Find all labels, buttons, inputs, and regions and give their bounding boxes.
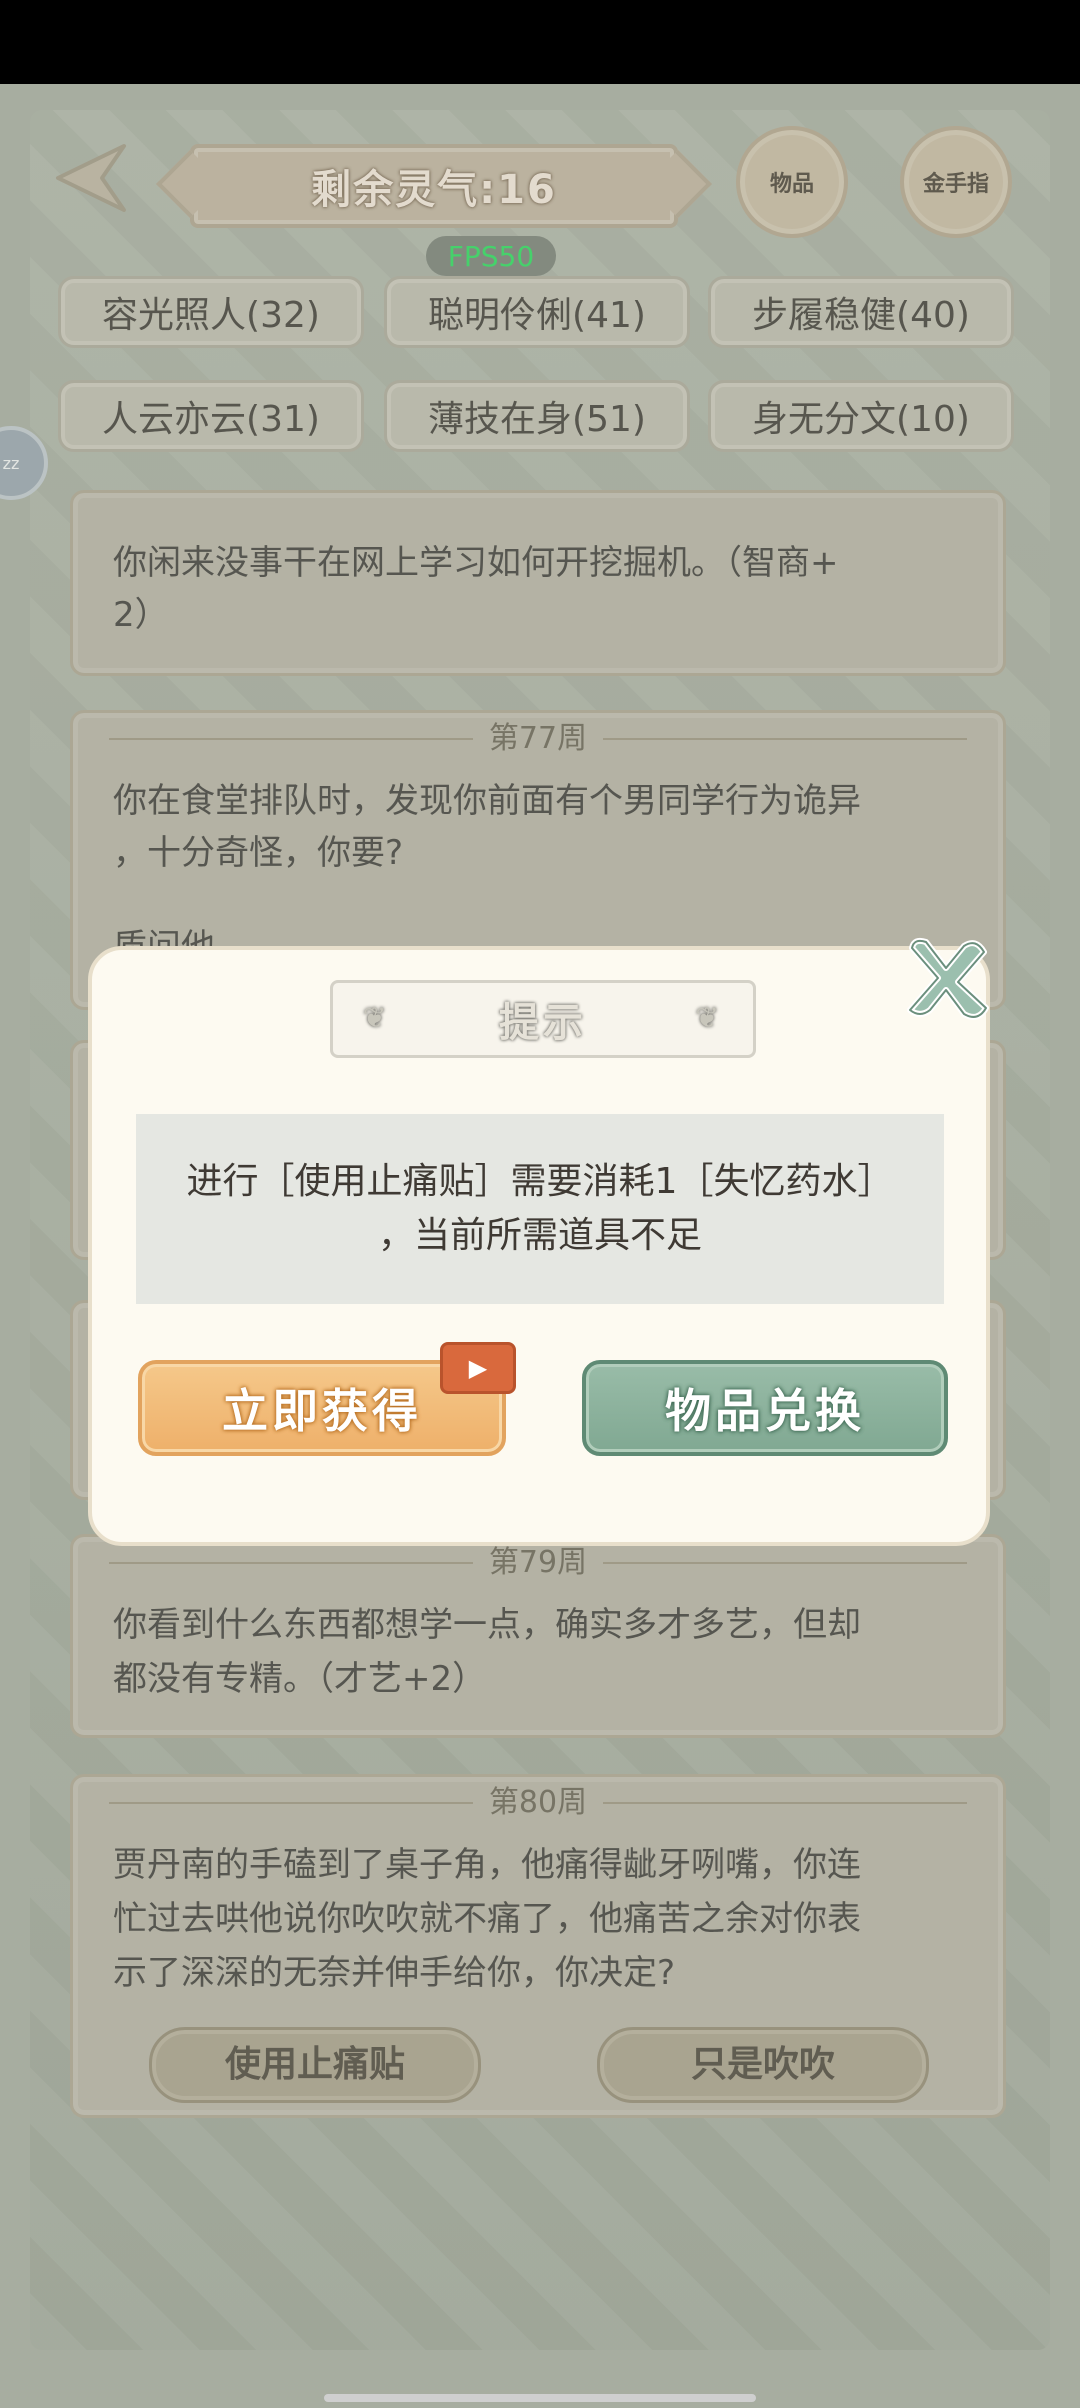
title-text: 剩余灵气:16	[311, 167, 557, 213]
ornament-icon: ❦	[695, 1001, 723, 1034]
dialog-message-line: ，当前所需道具不足	[377, 1215, 702, 1256]
dialog-title-text: 提示	[499, 1000, 587, 1046]
status-bar	[0, 0, 1080, 84]
home-indicator[interactable]	[324, 2394, 756, 2402]
ornament-icon: ❦	[363, 1001, 391, 1034]
item-exchange-button[interactable]: 物品兑换	[582, 1360, 948, 1456]
close-button[interactable]	[890, 930, 1000, 1030]
close-icon	[907, 937, 989, 1020]
video-play-icon: ▶	[440, 1342, 516, 1394]
dialog-message-box: 进行［使用止痛贴］需要消耗1［失忆药水］ ，当前所需道具不足	[136, 1114, 944, 1304]
dialog-title: ❦ 提示 ❦	[330, 980, 756, 1058]
dialog-message-line: 进行［使用止痛贴］需要消耗1［失忆药水］	[186, 1161, 894, 1202]
